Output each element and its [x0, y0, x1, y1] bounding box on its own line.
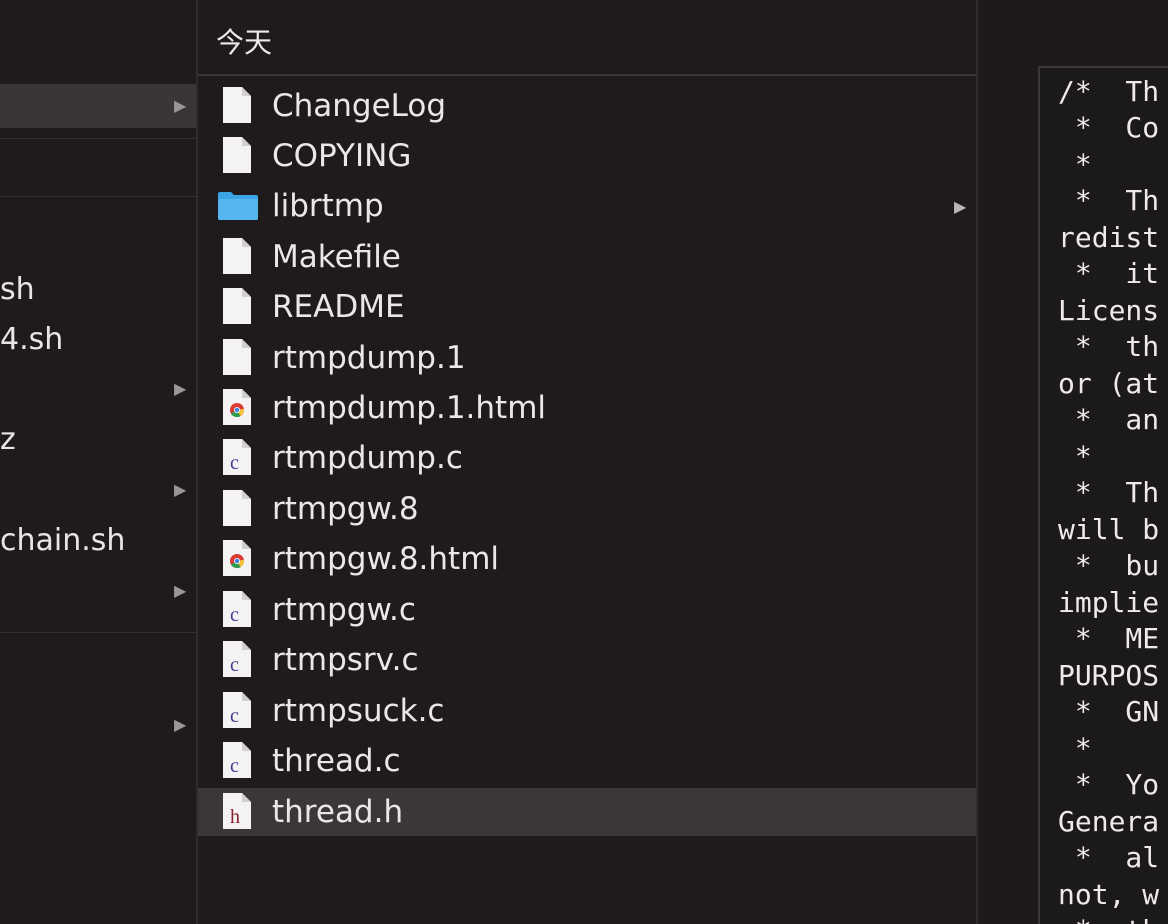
header-file-icon: h — [223, 793, 251, 829]
file-row-thread-h[interactable]: h thread.h — [198, 788, 976, 836]
svg-text:h: h — [230, 806, 240, 828]
preview-line: redist — [1058, 221, 1160, 254]
chevron-right-icon: ▶ — [174, 715, 187, 734]
left-item-label: chain.sh — [0, 523, 126, 558]
file-name: rtmpsuck.c — [272, 693, 445, 729]
file-name: ChangeLog — [272, 88, 447, 124]
chevron-right-icon: ▶ — [174, 480, 187, 499]
document-icon — [223, 339, 251, 375]
c-source-icon: c — [223, 692, 251, 728]
c-source-icon: c — [223, 641, 251, 677]
document-icon — [223, 490, 251, 526]
file-name: rtmpgw.c — [272, 592, 416, 628]
file-row-librtmp[interactable]: librtmp ▶ — [198, 182, 976, 230]
file-name: rtmpgw.8 — [272, 491, 419, 527]
file-row-thread-c[interactable]: c thread.c — [198, 737, 976, 785]
preview-line: * Th — [1058, 184, 1160, 217]
file-name: COPYING — [272, 138, 412, 174]
file-name: rtmpdump.c — [272, 440, 463, 476]
file-row-rtmpsrv-c[interactable]: c rtmpsrv.c — [198, 636, 976, 684]
preview-line: * — [1058, 148, 1092, 181]
c-source-icon: c — [223, 439, 251, 475]
left-column[interactable]: ▶ sh 4.sh ▶ z ▶ chain.sh ▶ ▶ — [0, 0, 196, 924]
group-header: 今天 — [198, 12, 976, 76]
preview-line: * an — [1058, 403, 1160, 436]
svg-text:c: c — [230, 452, 239, 474]
document-icon — [223, 288, 251, 324]
file-row-rtmpgw-c[interactable]: c rtmpgw.c — [198, 586, 976, 634]
preview-line: * GN — [1058, 695, 1160, 728]
file-name: thread.c — [272, 743, 401, 779]
file-row-rtmpsuck-c[interactable]: c rtmpsuck.c — [198, 687, 976, 735]
preview-line: /* Th — [1058, 75, 1160, 108]
svg-text:c: c — [230, 654, 239, 676]
file-name: librtmp — [272, 188, 384, 224]
left-item-label: 4.sh — [0, 322, 64, 357]
preview-line: Licens — [1058, 294, 1160, 327]
document-icon — [223, 137, 251, 173]
file-row-makefile[interactable]: Makefile — [198, 233, 976, 281]
file-name: rtmpgw.8.html — [272, 541, 500, 577]
preview-line: * Th — [1058, 476, 1160, 509]
c-source-icon: c — [223, 742, 251, 778]
preview-line: * al — [1058, 841, 1160, 874]
file-row-rtmpdump-1[interactable]: rtmpdump.1 — [198, 334, 976, 382]
folder-icon — [218, 192, 258, 220]
document-icon — [223, 87, 251, 123]
divider — [0, 138, 196, 139]
preview-line: * ME — [1058, 622, 1160, 655]
left-list-item[interactable]: sh — [0, 268, 196, 312]
preview-line: PURPOS — [1058, 659, 1160, 692]
file-row-copying[interactable]: COPYING — [198, 132, 976, 180]
document-icon — [223, 238, 251, 274]
group-title: 今天 — [216, 26, 273, 59]
preview-line: * it — [1058, 257, 1160, 290]
preview-line: * bu — [1058, 549, 1160, 582]
file-name: rtmpdump.1.html — [272, 390, 547, 426]
file-row-rtmpgw-8-html[interactable]: rtmpgw.8.html — [198, 535, 976, 583]
file-row-readme[interactable]: README — [198, 283, 976, 331]
left-list-item[interactable]: chain.sh — [0, 519, 196, 563]
svg-text:c: c — [230, 705, 239, 727]
file-name: rtmpsrv.c — [272, 642, 419, 678]
c-source-icon: c — [223, 591, 251, 627]
chevron-right-icon: ▶ — [174, 581, 187, 600]
chevron-right-icon: ▶ — [954, 197, 967, 216]
preview-line: * — [1058, 732, 1092, 765]
file-row-changelog[interactable]: ChangeLog — [198, 82, 976, 130]
preview-column: /* Th * Co * * Th redist * it Licens * t… — [978, 0, 1168, 924]
file-row-rtmpdump-c[interactable]: c rtmpdump.c — [198, 434, 976, 482]
left-item-label: sh — [0, 272, 35, 307]
preview-line: will b — [1058, 513, 1160, 546]
chrome-html-icon — [223, 540, 251, 576]
file-row-rtmpgw-8[interactable]: rtmpgw.8 — [198, 485, 976, 533]
preview-line: or (at — [1058, 367, 1160, 400]
divider — [0, 196, 196, 197]
divider — [0, 632, 196, 633]
preview-line: * th — [1058, 330, 1160, 363]
left-selected-row[interactable] — [0, 84, 196, 128]
preview-line: * — [1058, 440, 1092, 473]
svg-text:c: c — [230, 755, 239, 777]
file-row-rtmpdump-1-html[interactable]: rtmpdump.1.html — [198, 384, 976, 432]
file-name: README — [272, 289, 405, 325]
left-item-label: z — [0, 422, 16, 457]
middle-column[interactable]: 今天 ChangeLog COPYING librtmp ▶ Makefile … — [198, 0, 976, 924]
preview-line: * Yo — [1058, 768, 1160, 801]
preview-line: * th — [1058, 913, 1159, 924]
left-list-item[interactable]: z — [0, 418, 196, 462]
chevron-right-icon: ▶ — [174, 96, 187, 115]
left-list-item[interactable]: 4.sh — [0, 318, 196, 362]
chevron-right-icon: ▶ — [174, 379, 187, 398]
file-name: Makefile — [272, 239, 401, 275]
preview-line: not, w — [1058, 878, 1160, 911]
chrome-html-icon — [223, 389, 251, 425]
preview-line: Genera — [1058, 805, 1160, 838]
preview-line: implie — [1058, 586, 1160, 619]
file-name: thread.h — [272, 794, 404, 830]
file-name: rtmpdump.1 — [272, 340, 466, 376]
svg-text:c: c — [230, 604, 239, 626]
preview-line: * Co — [1058, 111, 1160, 144]
